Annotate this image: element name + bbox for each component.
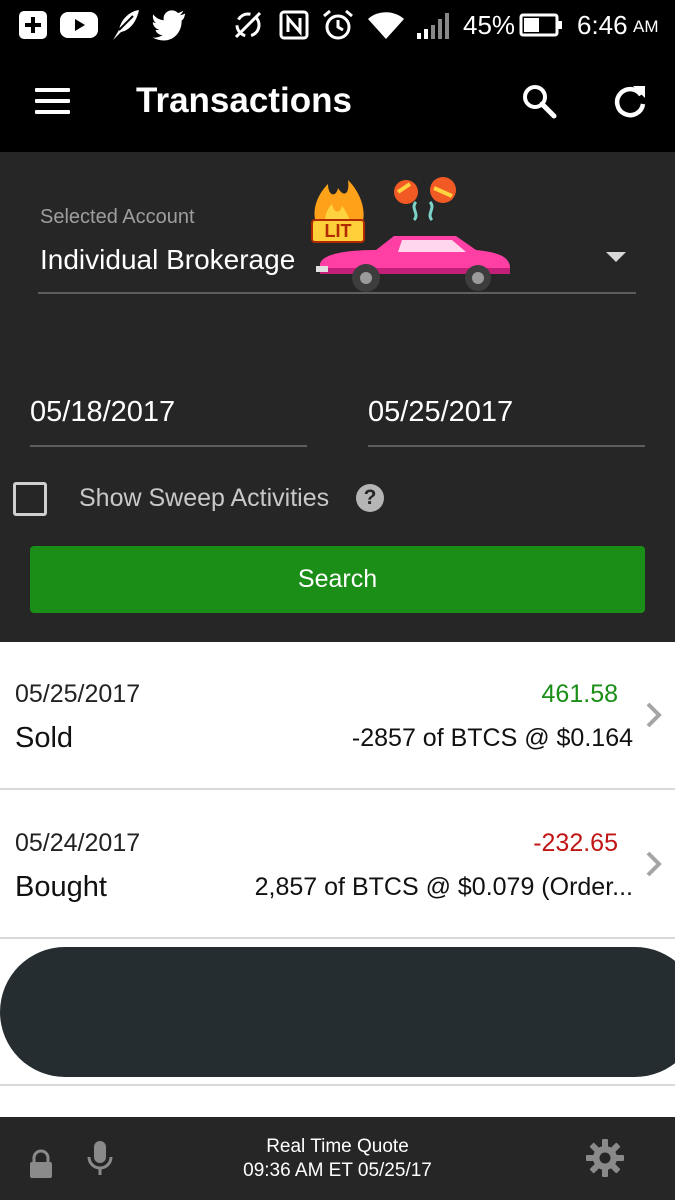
account-select[interactable]: Individual Brokerage [40,244,295,276]
transaction-amount: -232.65 [533,829,618,857]
gear-icon[interactable] [585,1138,625,1178]
alarm-icon [320,8,356,42]
sync-off-icon [230,8,266,42]
start-date-field[interactable]: 05/18/2017 [30,396,175,429]
sticker-overlay: LIT [306,174,516,294]
transaction-description: -2857 of BTCS @ $0.164 [351,724,633,752]
sticker-text: LIT [325,221,352,241]
clock-time: 6:46 [577,10,628,40]
help-icon[interactable]: ? [356,484,384,512]
app-bar: Transactions [0,50,675,152]
quote-time: 09:36 AM ET 05/25/17 [243,1160,432,1181]
search-form: Selected Account Individual Brokerage LI… [0,152,675,642]
youtube-icon [58,8,100,42]
add-box-icon [16,8,50,42]
page-title: Transactions [136,81,352,120]
transaction-type: Sold [15,722,74,754]
status-bar: 45% 6:46 AM [0,0,675,50]
battery-icon [518,8,564,42]
transaction-row[interactable]: 05/25/2017 Sold 461.58 -2857 of BTCS @ $… [0,642,675,790]
transaction-type: Bought [15,871,107,903]
transaction-date: 05/25/2017 [15,680,141,708]
lit-car-sticker: LIT [311,177,510,292]
wifi-icon [366,8,406,42]
account-label: Selected Account [40,206,195,228]
redaction-overlay [0,947,675,1077]
transaction-description: 2,857 of BTCS @ $0.079 (Order... [254,873,633,901]
chevron-right-icon[interactable] [645,700,663,730]
end-date-field[interactable]: 05/25/2017 [368,396,513,429]
chevron-right-icon[interactable] [645,849,663,879]
quote-title: Real Time Quote [266,1136,409,1157]
sweep-checkbox[interactable] [13,482,47,516]
sweep-label[interactable]: Show Sweep Activities [79,484,329,513]
end-date-underline [368,445,645,447]
search-icon[interactable] [520,82,560,122]
search-button[interactable]: Search [30,546,645,613]
transaction-date: 05/24/2017 [15,829,141,857]
bottom-bar: Real Time Quote 09:36 AM ET 05/25/17 [0,1117,675,1200]
start-date-underline [30,445,307,447]
row-divider [0,1084,675,1086]
twitter-icon [150,8,190,42]
refresh-icon[interactable] [610,82,650,122]
signal-icon [414,8,454,42]
quill-icon [108,8,142,42]
battery-percent: 45% [463,10,516,40]
transaction-row[interactable]: 05/24/2017 Bought -232.65 2,857 of BTCS … [0,791,675,939]
dropdown-arrow-icon[interactable] [606,252,626,262]
transaction-amount: 461.58 [541,680,618,708]
nfc-icon [278,8,310,42]
menu-icon[interactable] [33,84,73,118]
clock-ampm: AM [633,17,659,36]
